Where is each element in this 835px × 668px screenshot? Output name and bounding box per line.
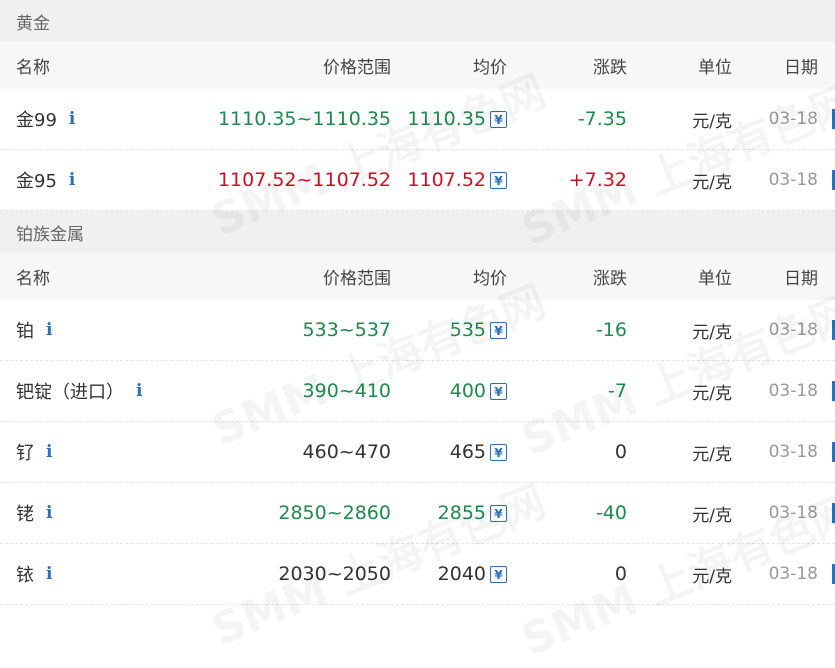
product-name-cell: 金95 i [16,150,75,210]
unit: 元/克 [692,172,732,193]
price-range: 1107.52~1107.52 [217,169,391,191]
currency-convert-icon[interactable]: ¥ [490,382,507,400]
section-title: 黄金 [0,0,835,42]
column-header-date: 日期 [784,58,818,78]
average-price-cell: 400 ¥ [450,361,507,421]
price-change: 0 [614,563,627,585]
currency-convert-icon[interactable]: ¥ [490,565,507,583]
unit: 元/克 [692,566,732,587]
info-icon[interactable]: i [69,170,75,190]
currency-convert-icon[interactable]: ¥ [490,171,507,189]
date: 03-18 [768,320,818,340]
unit: 元/克 [692,444,732,465]
unit: 元/克 [692,383,732,404]
currency-convert-icon[interactable]: ¥ [490,321,507,339]
price-change: -40 [595,502,627,524]
table-row[interactable]: 钌 i 460~470 465 ¥0 元/克 03-18 [0,422,835,483]
column-header-row: 名称 价格范围 均价 涨跌 单位 日期 [0,253,835,300]
table-row[interactable]: 铂 i 533~537 535 ¥ -16 元/克 03-18 [0,300,835,361]
price-range: 390~410 [302,380,391,402]
date: 03-18 [768,564,818,584]
table-row[interactable]: 钯锭（进口） i 390~410 400 ¥ -7 元/克 03-18 [0,361,835,422]
price-range: 533~537 [302,319,391,341]
price-change: -7.35 [577,108,627,130]
date: 03-18 [768,109,818,129]
product-name-cell: 钯锭（进口） i [16,361,142,421]
date: 03-18 [768,442,818,462]
product-name[interactable]: 铑 [16,500,34,526]
column-header-range: 价格范围 [323,269,391,289]
product-name-cell: 铱i [16,544,52,604]
average-price-cell: 2040 ¥ [438,544,507,604]
price-range: 460~470 [302,441,391,463]
product-name-cell: 铂i [16,300,52,360]
average-price-cell: 2855 ¥ [438,483,507,543]
date: 03-18 [768,170,818,190]
table-row[interactable]: 铑 i 2850~2860 2855 ¥ -40 元/克 03-18 [0,483,835,544]
date: 03-18 [768,503,818,523]
column-header-unit: 单位 [698,269,732,289]
product-name[interactable]: 铱 [16,561,34,587]
info-icon[interactable]: i [46,442,52,462]
product-name-cell: 钌i [16,422,52,482]
column-header-change: 涨跌 [593,269,627,289]
price-change: -16 [595,319,627,341]
price-change: +7.32 [568,169,627,191]
section-title: 铂族金属 [0,211,835,253]
column-header-unit: 单位 [698,58,732,78]
table-row[interactable]: 铱 i 2030~2050 2040 ¥0 元/克 03-18 [0,544,835,605]
price-table: 黄金 名称 价格范围 均价 涨跌 单位 日期 金99 i 1110.35~1110.35 1110.… [0,0,835,605]
product-name[interactable]: 铂 [16,317,34,343]
table-row[interactable]: 金95 i 1107.52~1107.52 1107.52 ¥ +7.32 元/克 03-18 [0,150,835,211]
product-name-cell: 金99 i [16,89,75,149]
average-price-cell: 465 ¥ [450,422,507,482]
unit: 元/克 [692,322,732,343]
date: 03-18 [768,381,818,401]
column-header-row: 名称 价格范围 均价 涨跌 单位 日期 [0,42,835,89]
average-price: 465 [449,441,486,463]
average-price: 1107.52 [407,169,486,191]
currency-convert-icon[interactable]: ¥ [490,504,507,522]
average-price: 2040 [437,563,486,585]
info-icon[interactable]: i [46,564,52,584]
price-range: 1110.35~1110.35 [217,108,391,130]
column-header-date: 日期 [784,269,818,289]
info-icon[interactable]: i [136,381,142,401]
info-icon[interactable]: i [46,320,52,340]
column-header-range: 价格范围 [323,58,391,78]
average-price: 535 [449,319,486,341]
unit: 元/克 [692,505,732,526]
product-name[interactable]: 钌 [16,439,34,465]
column-header-name: 名称 [16,58,50,78]
column-header-avg: 均价 [473,269,507,289]
average-price-cell: 535 ¥ [450,300,507,360]
column-header-name: 名称 [16,269,50,289]
unit: 元/克 [692,111,732,132]
currency-convert-icon[interactable]: ¥ [490,110,507,128]
product-name-cell: 铑i [16,483,52,543]
price-change: -7 [608,380,627,402]
price-range: 2030~2050 [278,563,391,585]
currency-convert-icon[interactable]: ¥ [490,443,507,461]
average-price: 2855 [437,502,486,524]
column-header-change: 涨跌 [593,58,627,78]
info-icon[interactable]: i [69,109,75,129]
product-name[interactable]: 金95 [16,167,57,193]
product-name[interactable]: 金99 [16,106,57,132]
column-header-avg: 均价 [473,58,507,78]
average-price-cell: 1110.35 ¥ [407,89,507,149]
info-icon[interactable]: i [46,503,52,523]
product-name[interactable]: 钯锭（进口） [16,378,124,404]
average-price: 1110.35 [407,108,486,130]
price-range: 2850~2860 [278,502,391,524]
average-price-cell: 1107.52 ¥ [407,150,507,210]
average-price: 400 [449,380,486,402]
price-change: 0 [614,441,627,463]
table-row[interactable]: 金99 i 1110.35~1110.35 1110.35 ¥ -7.35 元/克 03-18 [0,89,835,150]
